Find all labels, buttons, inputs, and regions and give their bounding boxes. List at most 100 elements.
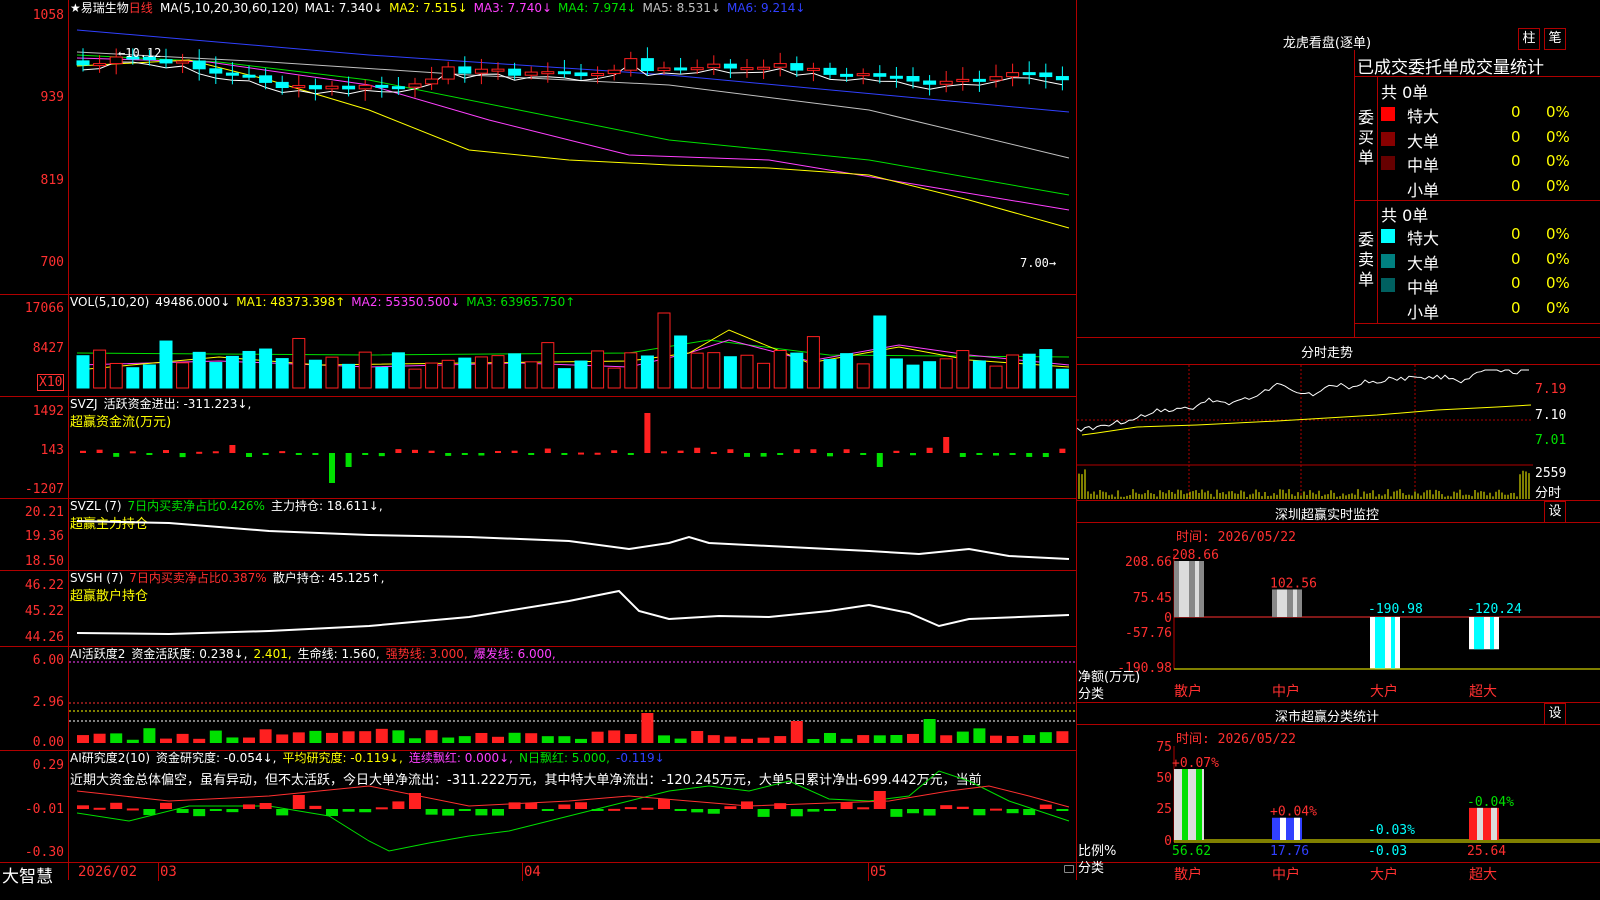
research-bar [1039, 804, 1052, 809]
order-swatch [1381, 278, 1395, 292]
flow-bar [1042, 453, 1049, 458]
research-bar [442, 809, 455, 816]
flow-bar [843, 449, 850, 453]
candlestick-chart[interactable] [69, 0, 1076, 294]
research-bar [77, 805, 89, 809]
monitor-bar-shade [1195, 561, 1199, 617]
intraday-vol-label: 分时 [1535, 486, 1562, 501]
candle-body [1022, 72, 1036, 76]
price-axis-819: 819 [40, 173, 64, 188]
monitor-bar-label: 102.56 [1270, 576, 1317, 591]
order-percent: 0% [1546, 298, 1570, 317]
order-type: 大单 [1407, 253, 1440, 273]
flow-bar [611, 450, 618, 453]
order-row: 大单 0 0% [1381, 249, 1600, 273]
svsh-pane[interactable]: SVSH (7) 7日内买卖净占比0.387% 散户持仓: 45.125↑, 超赢散… [0, 571, 1076, 646]
activity-chart[interactable] [69, 647, 1076, 750]
price-pane[interactable]: ★易瑞生物日线 MA(5,10,20,30,60,120) MA1: 7.340↓… [0, 0, 1076, 294]
vol-unit: X10 [37, 374, 65, 391]
intraday-panel[interactable]: 分时走势 7.19 7.10 7.01 2559 分时 [1077, 338, 1600, 501]
order-type: 大单 [1407, 131, 1440, 151]
research-bar [541, 809, 554, 811]
svzl-pane[interactable]: SVZL (7) 7日内买卖净占比0.426% 主力持仓: 18.611↓, 超赢主… [0, 499, 1076, 570]
activity-bar [409, 738, 421, 743]
candle-body [375, 84, 389, 88]
candle-body [856, 73, 870, 77]
candle-body [806, 67, 820, 71]
research-bar [956, 806, 969, 809]
activity-bar [226, 737, 239, 743]
order-type: 特大 [1407, 229, 1440, 248]
intraday-axis-mid: 7.10 [1535, 408, 1567, 423]
lock-icon[interactable] [1064, 865, 1074, 873]
research-chart[interactable] [69, 751, 1076, 862]
volume-bar [425, 362, 439, 389]
research-bar [707, 809, 720, 814]
flow-bar [926, 447, 933, 453]
volume-chart[interactable] [69, 295, 1076, 396]
retail-holding-chart[interactable] [69, 571, 1076, 646]
research-bar [824, 809, 836, 811]
research-bar [757, 809, 770, 817]
volume-bar [524, 361, 538, 389]
volume-bar [840, 353, 854, 389]
main-holding-chart[interactable] [69, 499, 1076, 570]
flow-bar [760, 453, 767, 457]
candle-body [723, 63, 737, 69]
bar-mode-button[interactable]: 柱 [1518, 28, 1540, 50]
svzj-pane[interactable]: SVZJ 活跃资金进出: -311.223↓, 超赢资金流(万元) 1492 14… [0, 397, 1076, 498]
research-bar [857, 807, 870, 810]
intraday-chart[interactable] [1077, 365, 1533, 500]
classify-settings-button[interactable]: 设 [1544, 703, 1566, 725]
flow-bar [511, 450, 518, 453]
tick-mode-button[interactable]: 笔 [1544, 28, 1566, 50]
research-bar [276, 809, 289, 816]
monitor-settings-button[interactable]: 设 [1544, 501, 1566, 523]
volume-bar [508, 353, 522, 389]
research-bar [193, 809, 206, 817]
order-volume: 0 [1511, 274, 1521, 292]
activity-bar [193, 738, 206, 743]
brand-label: 大智慧 [2, 867, 53, 887]
date-label-apr: 04 [524, 864, 541, 880]
candle-body [524, 71, 538, 76]
volume-bar [76, 355, 90, 389]
candle-body [557, 71, 571, 75]
flow-bar [163, 450, 169, 453]
volume-bar [209, 362, 223, 389]
candle-body [1006, 72, 1020, 78]
date-label-may: 05 [870, 864, 887, 880]
flow-bar [279, 451, 286, 454]
volume-bar [640, 355, 654, 389]
research-bar [807, 809, 820, 812]
order-percent: 0% [1546, 225, 1570, 243]
activity-bar [608, 730, 621, 743]
volume-bar [806, 336, 820, 389]
research-bar [475, 809, 488, 816]
activity-bar [475, 732, 488, 743]
order-type: 中单 [1407, 278, 1440, 297]
classify-bar-label: -0.03% [1368, 823, 1415, 838]
flow-bar [179, 453, 186, 458]
research-bar [176, 809, 189, 813]
ai-activity-pane[interactable]: AI活跃度2 资金活跃度: 0.238↓, 2.401, 生命线: 1.560, 强势线… [0, 647, 1076, 750]
research-bar [409, 793, 421, 809]
research-bar [624, 807, 637, 810]
order-type: 中单 [1407, 156, 1440, 175]
research-bar [724, 806, 737, 809]
volume-bar [176, 362, 190, 389]
volume-bar [308, 359, 322, 389]
flow-bar [943, 437, 950, 453]
activity-bar [525, 733, 538, 743]
monitor-bar-shade [1391, 617, 1395, 669]
fund-flow-chart[interactable] [69, 397, 1076, 498]
volume-bar [358, 351, 372, 389]
volume-pane[interactable]: VOL(5,10,20) 49486.000↓ MA1: 48373.398↑ MA2… [0, 295, 1076, 396]
volume-bar [242, 350, 256, 389]
research-pane[interactable]: AI研究度2(10) 资金研究度: -0.054↓, 平均研究度: -0.119↓,… [0, 751, 1076, 862]
flow-bar [544, 448, 551, 453]
flow-bar [146, 453, 153, 455]
volume-bar [873, 315, 887, 389]
ma-line [76, 29, 1070, 113]
monitor-title: 深圳超赢实时监控 [1274, 508, 1379, 523]
